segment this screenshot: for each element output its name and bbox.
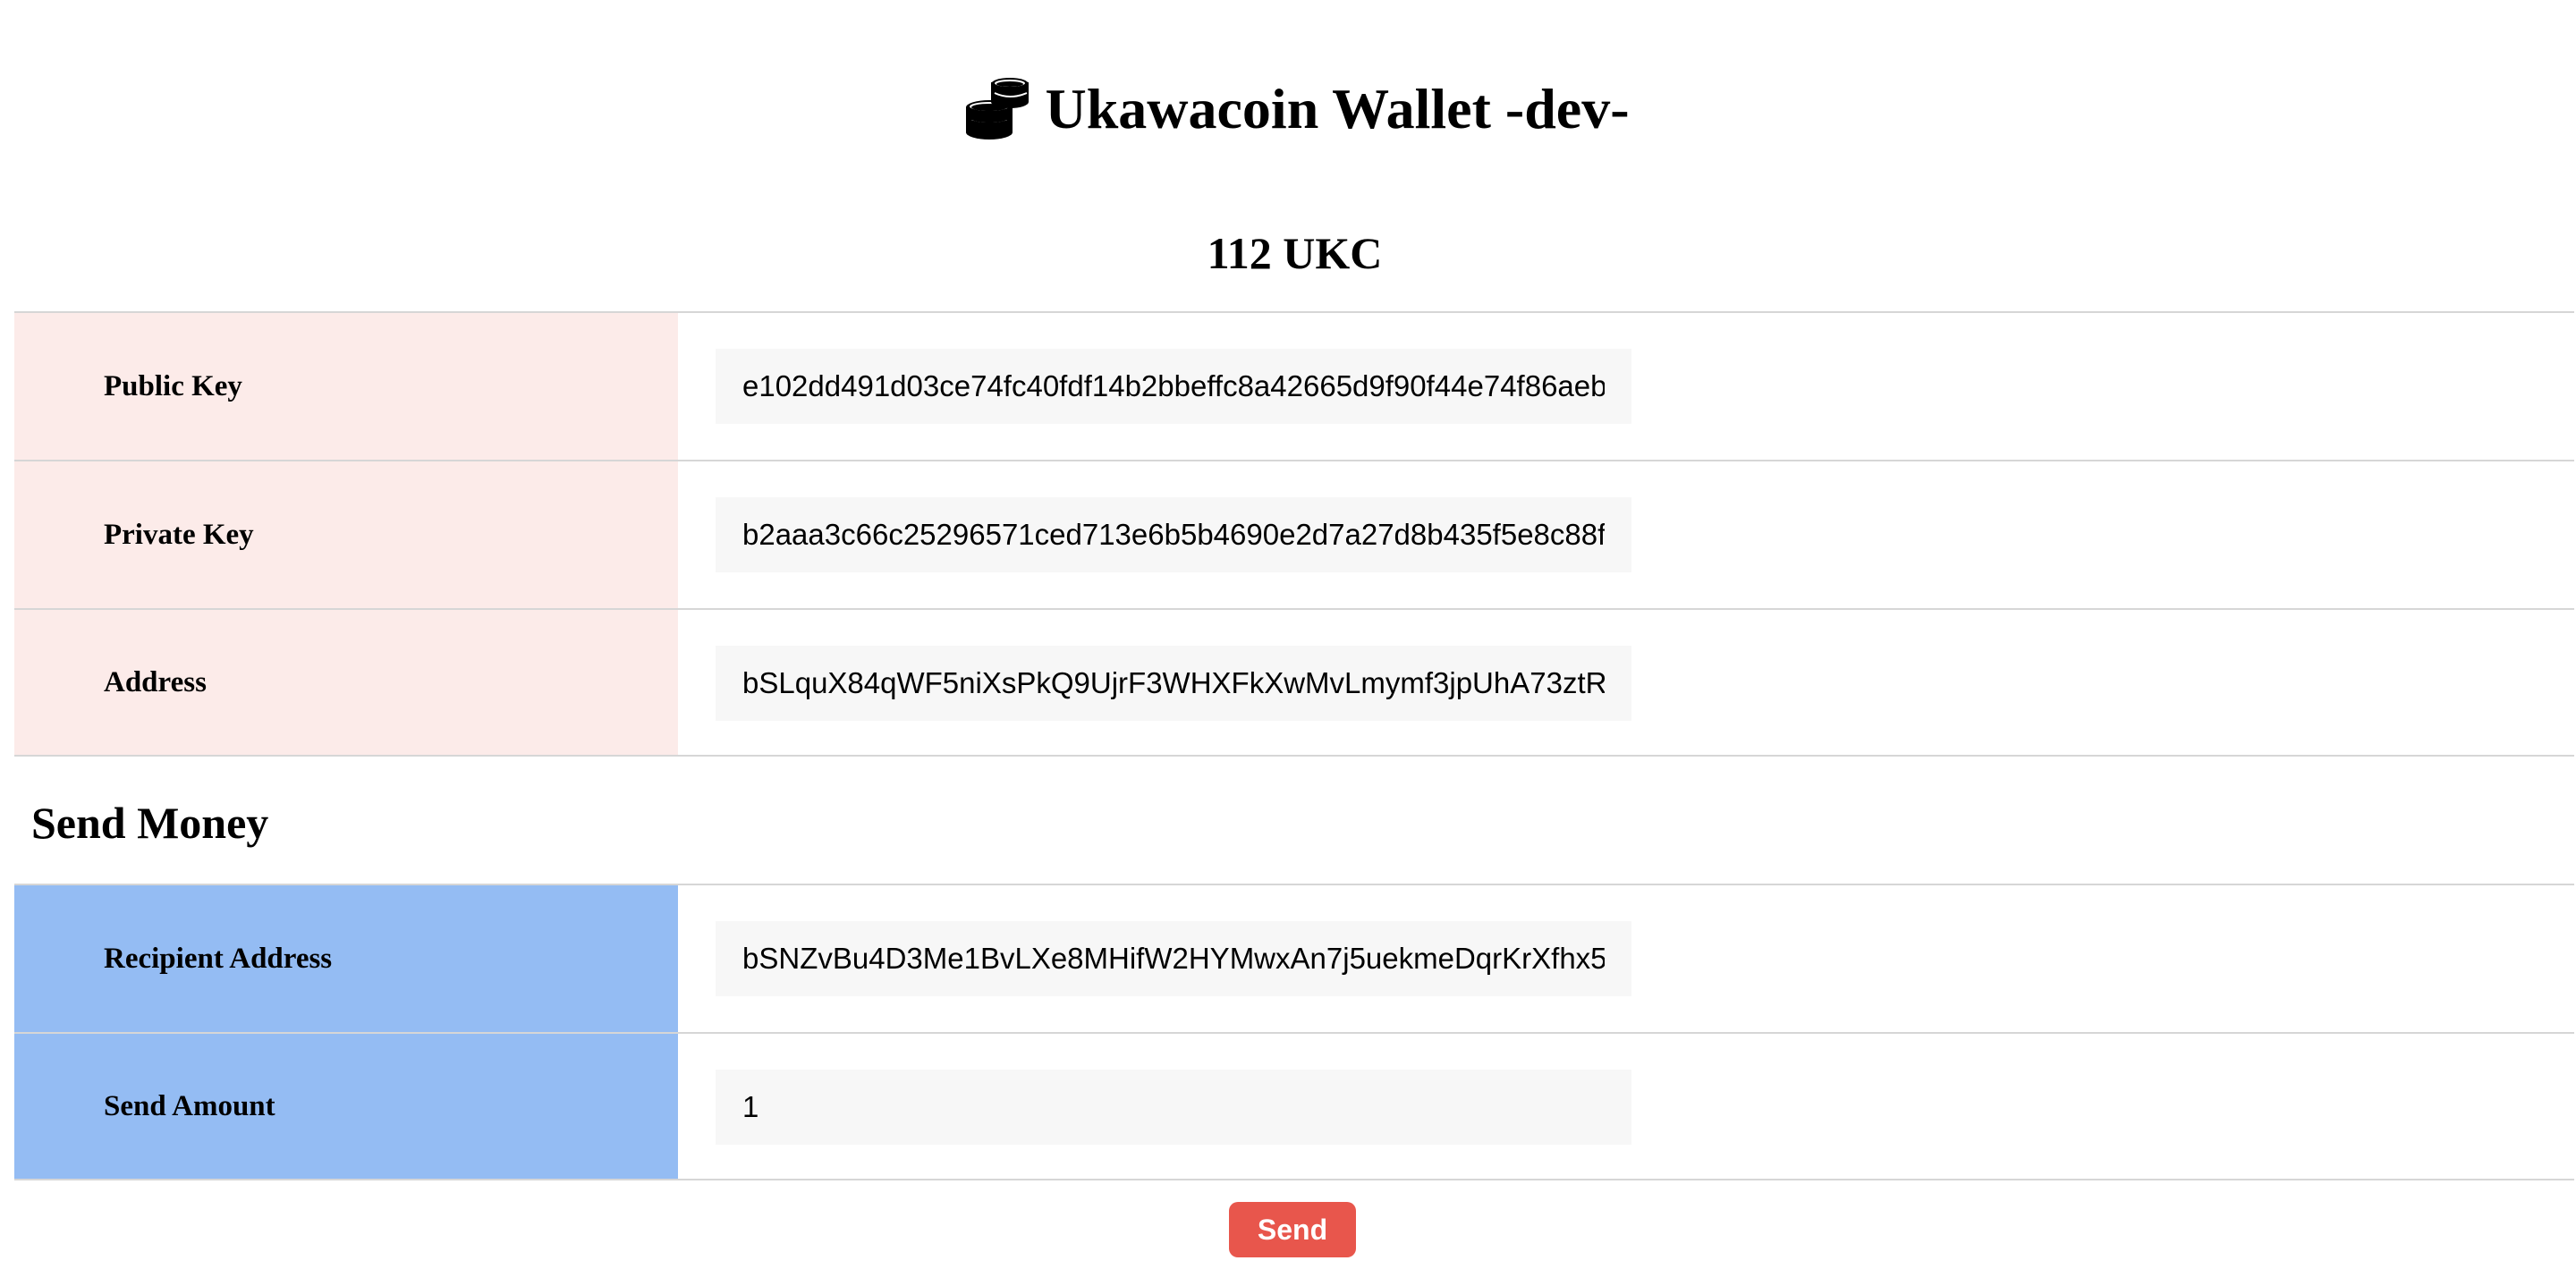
public-key-row: Public Key xyxy=(14,311,2574,460)
send-amount-input[interactable] xyxy=(716,1070,1631,1145)
wallet-info-table: Public Key Private Key Address xyxy=(14,311,2574,757)
coins-icon xyxy=(966,78,1030,140)
address-row: Address xyxy=(14,608,2574,757)
public-key-field[interactable] xyxy=(716,349,1631,424)
send-amount-row: Send Amount xyxy=(14,1032,2574,1180)
send-money-table: Recipient Address Send Amount xyxy=(14,884,2574,1180)
private-key-field[interactable] xyxy=(716,497,1631,572)
app-title-text: Ukawacoin Wallet -dev- xyxy=(1045,77,1630,140)
send-amount-label: Send Amount xyxy=(14,1034,678,1179)
page-title: Ukawacoin Wallet -dev- xyxy=(0,64,2576,154)
recipient-address-input[interactable] xyxy=(716,921,1631,996)
private-key-row: Private Key xyxy=(14,460,2574,608)
send-money-heading: Send Money xyxy=(31,798,269,848)
public-key-label: Public Key xyxy=(14,313,678,460)
recipient-address-row: Recipient Address xyxy=(14,884,2574,1032)
recipient-address-label: Recipient Address xyxy=(14,885,678,1032)
wallet-page: Ukawacoin Wallet -dev- 112 UKC Public Ke… xyxy=(0,0,2576,1286)
send-button[interactable]: Send xyxy=(1229,1202,1356,1257)
address-field[interactable] xyxy=(716,646,1631,721)
address-label: Address xyxy=(14,610,678,755)
balance-display: 112 UKC xyxy=(1207,228,1383,278)
private-key-label: Private Key xyxy=(14,461,678,608)
